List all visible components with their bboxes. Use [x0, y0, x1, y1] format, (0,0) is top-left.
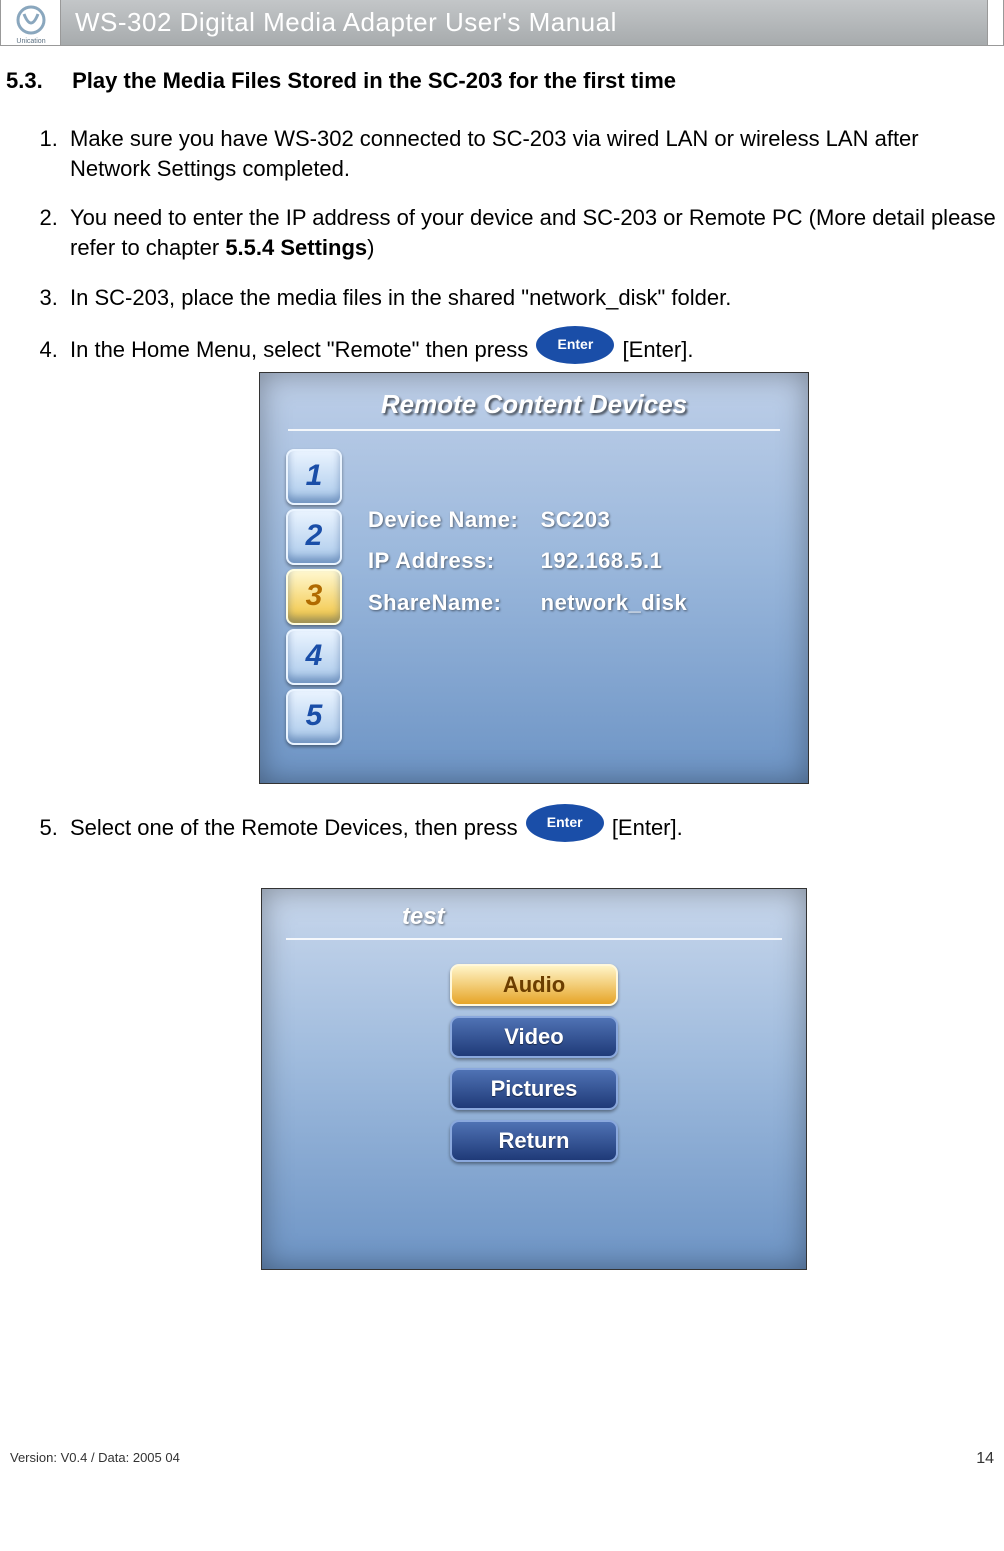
ip-label: IP Address:: [368, 546, 534, 576]
menu-return[interactable]: Return: [450, 1120, 618, 1162]
step-3: In SC-203, place the media files in the …: [64, 283, 998, 313]
step-4-text-a: In the Home Menu, select "Remote" then p…: [70, 337, 534, 362]
step-5: Select one of the Remote Devices, then p…: [64, 810, 998, 1270]
menu-audio[interactable]: Audio: [450, 964, 618, 1006]
section-heading: 5.3. Play the Media Files Stored in the …: [0, 68, 1004, 124]
unication-logo-icon: Unication: [10, 2, 52, 44]
share-label: ShareName:: [368, 588, 534, 618]
brand-logo: Unication: [1, 0, 61, 45]
sc2-menu: Audio Video Pictures Return: [262, 964, 806, 1162]
device-slot-5[interactable]: 5: [286, 689, 342, 745]
sc1-info-panel: Device Name: SC203 IP Address: 192.168.5…: [368, 449, 687, 745]
section-title: Play the Media Files Stored in the SC-20…: [72, 68, 676, 93]
sc2-divider: [286, 938, 782, 940]
enter-key-icon: Enter: [526, 804, 604, 842]
footer-page-number: 14: [976, 1450, 994, 1468]
menu-video[interactable]: Video: [450, 1016, 618, 1058]
steps-list: Make sure you have WS-302 connected to S…: [0, 124, 1004, 1270]
device-name-value: SC203: [541, 507, 611, 532]
brand-text: Unication: [16, 38, 45, 44]
device-name-row: Device Name: SC203: [368, 499, 687, 541]
page-header: Unication WS-302 Digital Media Adapter U…: [0, 0, 1004, 46]
footer-version: Version: V0.4 / Data: 2005 04: [10, 1450, 180, 1468]
sc2-breadcrumb: test: [262, 889, 806, 937]
step-5-text-b: [Enter].: [612, 815, 683, 840]
share-row: ShareName: network_disk: [368, 582, 687, 624]
step-2: You need to enter the IP address of your…: [64, 203, 998, 262]
step-3-text: In SC-203, place the media files in the …: [70, 285, 731, 310]
menu-pictures[interactable]: Pictures: [450, 1068, 618, 1110]
sc1-title: Remote Content Devices: [260, 373, 808, 428]
device-name-label: Device Name:: [368, 505, 534, 535]
screenshot-media-menu: test Audio Video Pictures Return: [261, 888, 807, 1270]
step-4: In the Home Menu, select "Remote" then p…: [64, 332, 998, 784]
step-2-text-a: You need to enter the IP address of your…: [70, 205, 996, 260]
ip-row: IP Address: 192.168.5.1: [368, 540, 687, 582]
step-1-text: Make sure you have WS-302 connected to S…: [70, 126, 919, 181]
step-1: Make sure you have WS-302 connected to S…: [64, 124, 998, 183]
device-slot-2[interactable]: 2: [286, 509, 342, 565]
page-footer: Version: V0.4 / Data: 2005 04 14: [0, 1450, 1004, 1474]
ip-value: 192.168.5.1: [541, 548, 663, 573]
section-number: 5.3.: [6, 68, 66, 94]
step-4-text-b: [Enter].: [623, 337, 694, 362]
header-title: WS-302 Digital Media Adapter User's Manu…: [61, 0, 987, 45]
step-2-text-c: ): [367, 235, 374, 260]
header-spacer: [987, 0, 1003, 45]
sc1-number-list: 1 2 3 4 5: [286, 449, 342, 745]
device-slot-1[interactable]: 1: [286, 449, 342, 505]
device-slot-4[interactable]: 4: [286, 629, 342, 685]
step-5-text-a: Select one of the Remote Devices, then p…: [70, 815, 524, 840]
page-content: 5.3. Play the Media Files Stored in the …: [0, 46, 1004, 1270]
share-value: network_disk: [541, 590, 688, 615]
step-2-ref: 5.5.4 Settings: [225, 235, 367, 260]
enter-key-icon: Enter: [536, 326, 614, 364]
sc1-divider: [288, 429, 780, 431]
screenshot-remote-devices: Remote Content Devices 1 2 3 4 5 Device …: [259, 372, 809, 784]
device-slot-3[interactable]: 3: [286, 569, 342, 625]
